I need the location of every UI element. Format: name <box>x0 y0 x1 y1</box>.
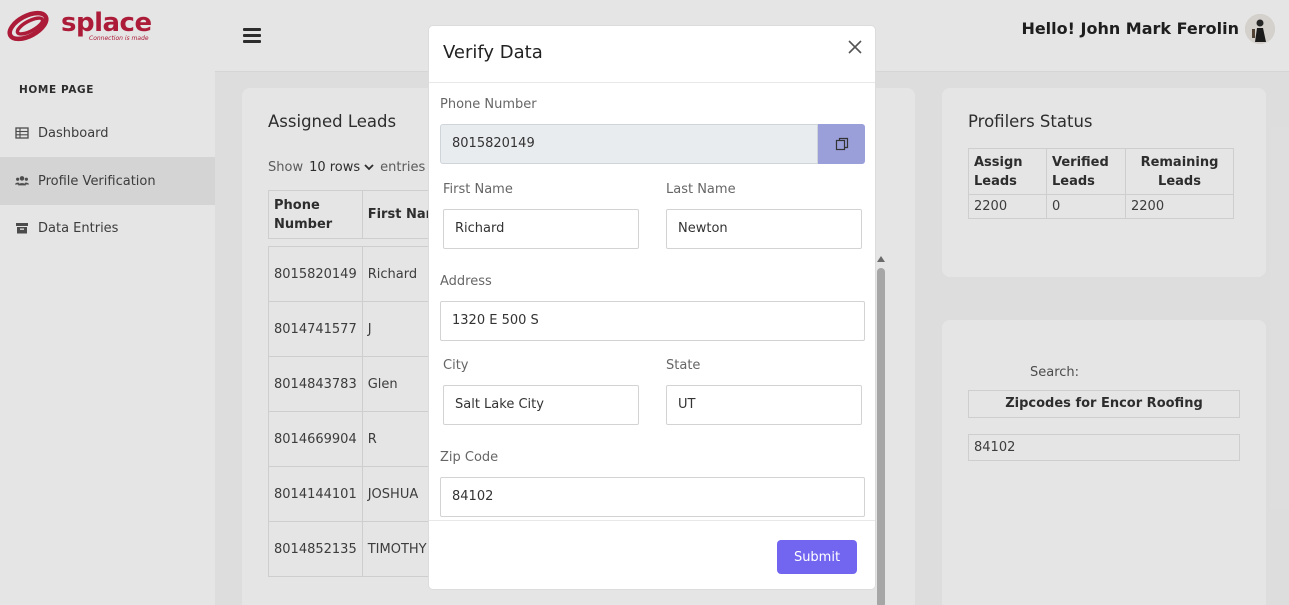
submit-button[interactable]: Submit <box>777 540 857 574</box>
zip-code-field[interactable]: 84102 <box>440 477 865 517</box>
modal-header: Verify Data <box>429 26 875 83</box>
phone-field[interactable]: 8015820149 <box>440 124 818 164</box>
modal-title: Verify Data <box>443 42 543 63</box>
modal-body: Phone Number 8015820149 First Name Richa… <box>429 84 875 520</box>
zip-code-label: Zip Code <box>440 450 499 465</box>
state-field[interactable]: UT <box>666 385 862 425</box>
city-field[interactable]: Salt Lake City <box>443 385 639 425</box>
address-label: Address <box>440 274 492 289</box>
state-label: State <box>666 358 701 373</box>
city-label: City <box>443 358 469 373</box>
first-name-field[interactable]: Richard <box>443 209 639 249</box>
phone-label: Phone Number <box>440 97 537 112</box>
address-field[interactable]: 1320 E 500 S <box>440 301 865 341</box>
close-icon[interactable] <box>847 39 863 55</box>
copy-icon <box>835 137 848 151</box>
last-name-field[interactable]: Newton <box>666 209 862 249</box>
modal-footer: Submit <box>429 520 875 589</box>
copy-button[interactable] <box>818 124 865 164</box>
verify-data-modal: Verify Data Phone Number 8015820149 Firs… <box>428 25 876 590</box>
first-name-label: First Name <box>443 182 513 197</box>
last-name-label: Last Name <box>666 182 736 197</box>
